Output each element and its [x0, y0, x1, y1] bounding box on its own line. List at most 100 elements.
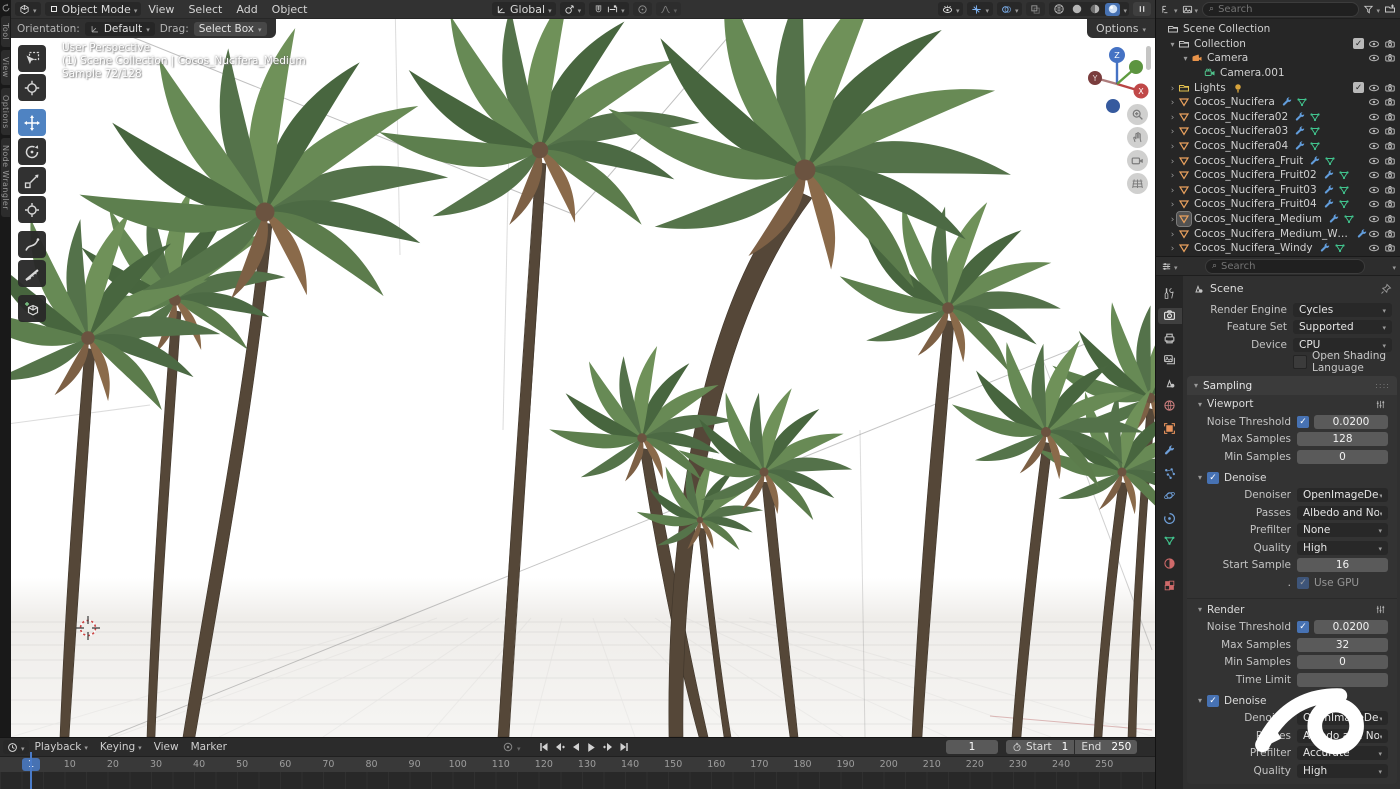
hide-eye-toggle[interactable]	[1368, 198, 1380, 210]
zoom-view-button[interactable]	[1127, 104, 1148, 125]
object-visibility-dropdown[interactable]	[937, 2, 964, 16]
timeline-tick[interactable]: 110	[490, 759, 512, 770]
outliner-row-lights[interactable]: Lights	[1156, 80, 1400, 95]
timeline-tick[interactable]: 120	[533, 759, 555, 770]
current-frame-field[interactable]: 1	[946, 740, 998, 754]
properties-options-dropdown[interactable]	[1392, 260, 1396, 273]
tool-add-cube[interactable]	[18, 295, 46, 322]
gizmos-toggle[interactable]	[967, 2, 993, 16]
render-visibility-toggle[interactable]	[1384, 52, 1396, 64]
render-visibility-toggle[interactable]	[1384, 198, 1396, 210]
tab-render[interactable]	[1157, 307, 1182, 324]
timeline-tick[interactable]: 40	[188, 759, 210, 770]
outliner-search[interactable]: ⌕	[1202, 1, 1360, 17]
timeline-ruler[interactable]: 1102030405060708090100110120130140150160…	[0, 756, 1155, 773]
tool-move[interactable]	[18, 109, 46, 136]
timeline-tick[interactable]: 190	[835, 759, 857, 770]
timeline-tick[interactable]: 20	[102, 759, 124, 770]
expand-toggle[interactable]	[1167, 111, 1178, 123]
outliner-row-camera[interactable]: Camera	[1156, 51, 1400, 66]
time-limit-value[interactable]	[1297, 672, 1388, 687]
timeline-menu-marker[interactable]: Marker	[191, 741, 227, 753]
shading-wireframe-button[interactable]	[1051, 3, 1066, 16]
noise-threshold-value[interactable]: 0.0200	[1314, 620, 1388, 635]
timeline-tick[interactable]: 30	[145, 759, 167, 770]
outliner-display-mode-dropdown[interactable]	[1182, 3, 1199, 16]
tab-constraints[interactable]	[1158, 510, 1182, 526]
timeline-editor[interactable]: Playback Keying View Marker 1 Start 1 En…	[0, 737, 1155, 789]
render-visibility-toggle[interactable]	[1384, 213, 1396, 225]
next-keyframe-button[interactable]	[600, 741, 615, 754]
tool-cursor[interactable]	[18, 74, 46, 101]
timeline-tick[interactable]: 90	[404, 759, 426, 770]
tab-world[interactable]	[1158, 398, 1182, 414]
denoiser-dropdown[interactable]: OpenImageDenoise	[1297, 488, 1388, 503]
hide-eye-toggle[interactable]	[1368, 82, 1380, 94]
menu-object[interactable]: Object	[272, 3, 308, 16]
viewport-sampling-header[interactable]: Viewport	[1187, 395, 1397, 413]
min-samples-value[interactable]: 0	[1297, 449, 1388, 464]
timeline-tick[interactable]: 70	[317, 759, 339, 770]
timeline-tick[interactable]: 130	[576, 759, 598, 770]
render-visibility-toggle[interactable]	[1384, 82, 1396, 94]
hide-eye-toggle[interactable]	[1368, 169, 1380, 181]
auto-key-button[interactable]	[500, 741, 515, 754]
hide-eye-toggle[interactable]	[1368, 228, 1380, 240]
tab-modifiers[interactable]	[1158, 443, 1182, 459]
timeline-tick[interactable]: 80	[360, 759, 382, 770]
outliner-search-input[interactable]	[1218, 3, 1353, 15]
timeline-tick[interactable]: 60	[274, 759, 296, 770]
sampling-panel-header[interactable]: Sampling::::	[1187, 376, 1397, 395]
timeline-tick[interactable]: 200	[878, 759, 900, 770]
expand-toggle[interactable]	[1167, 125, 1178, 137]
expand-toggle[interactable]	[1167, 96, 1178, 108]
proportional-falloff-dropdown[interactable]	[655, 2, 682, 16]
pin-icon[interactable]	[1380, 283, 1392, 295]
timeline-menu-playback[interactable]: Playback	[35, 741, 88, 753]
expand-toggle[interactable]	[1167, 38, 1178, 50]
tab-object-data[interactable]	[1158, 533, 1182, 549]
tab-scene[interactable]	[1158, 375, 1182, 391]
outliner-row-mesh[interactable]: Cocos_Nucifera02	[1156, 110, 1400, 125]
tab-material[interactable]	[1158, 555, 1182, 571]
start-sample-value[interactable]: 16	[1297, 558, 1388, 573]
editor-type-button[interactable]	[15, 2, 41, 16]
timeline-playhead[interactable]	[30, 752, 32, 789]
selectability-checkbox[interactable]	[1353, 38, 1364, 50]
render-visibility-toggle[interactable]	[1384, 111, 1396, 123]
render-visibility-toggle[interactable]	[1384, 155, 1396, 167]
timeline-editor-type-button[interactable]	[3, 740, 29, 754]
osl-checkbox[interactable]	[1293, 355, 1307, 370]
tool-measure[interactable]	[18, 260, 46, 287]
options-dropdown[interactable]: Options	[1096, 22, 1146, 35]
hide-eye-toggle[interactable]	[1368, 96, 1380, 108]
expand-toggle[interactable]	[1167, 82, 1178, 94]
outliner-row-mesh[interactable]: Cocos_Nucifera_Medium	[1156, 211, 1400, 228]
prefilter-dropdown[interactable]: None	[1297, 523, 1388, 538]
timeline-tick[interactable]: 170	[748, 759, 770, 770]
hide-eye-toggle[interactable]	[1368, 140, 1380, 152]
tool-annotate[interactable]	[18, 231, 46, 258]
render-engine-dropdown[interactable]: Cycles	[1293, 302, 1392, 317]
render-visibility-toggle[interactable]	[1384, 169, 1396, 181]
sidebar-tab-tool[interactable]: Tool	[1, 16, 10, 48]
timeline-tick[interactable]: 250	[1093, 759, 1115, 770]
denoise-checkbox[interactable]	[1207, 694, 1220, 707]
timeline-tick[interactable]: 150	[662, 759, 684, 770]
tab-particles[interactable]	[1158, 465, 1182, 481]
timeline-menu-view[interactable]: View	[154, 741, 179, 753]
timeline-menu-keying[interactable]: Keying	[100, 741, 142, 753]
overlays-toggle[interactable]	[996, 2, 1023, 16]
prefilter-dropdown[interactable]: Accurate	[1297, 746, 1388, 761]
timeline-tick[interactable]: 10	[59, 759, 81, 770]
play-reverse-button[interactable]	[568, 741, 583, 754]
render-visibility-toggle[interactable]	[1384, 242, 1396, 254]
cursor-3d[interactable]	[76, 616, 100, 640]
presets-icon[interactable]	[1375, 399, 1386, 410]
shading-dropdown[interactable]	[1123, 3, 1127, 16]
play-button[interactable]	[584, 741, 599, 754]
expand-toggle[interactable]	[1167, 242, 1178, 254]
outliner-row-collection[interactable]: Collection	[1156, 37, 1400, 52]
denoise-checkbox[interactable]	[1207, 471, 1220, 484]
sidebar-tab-node-wrangler[interactable]: Node Wrangler	[1, 138, 10, 218]
